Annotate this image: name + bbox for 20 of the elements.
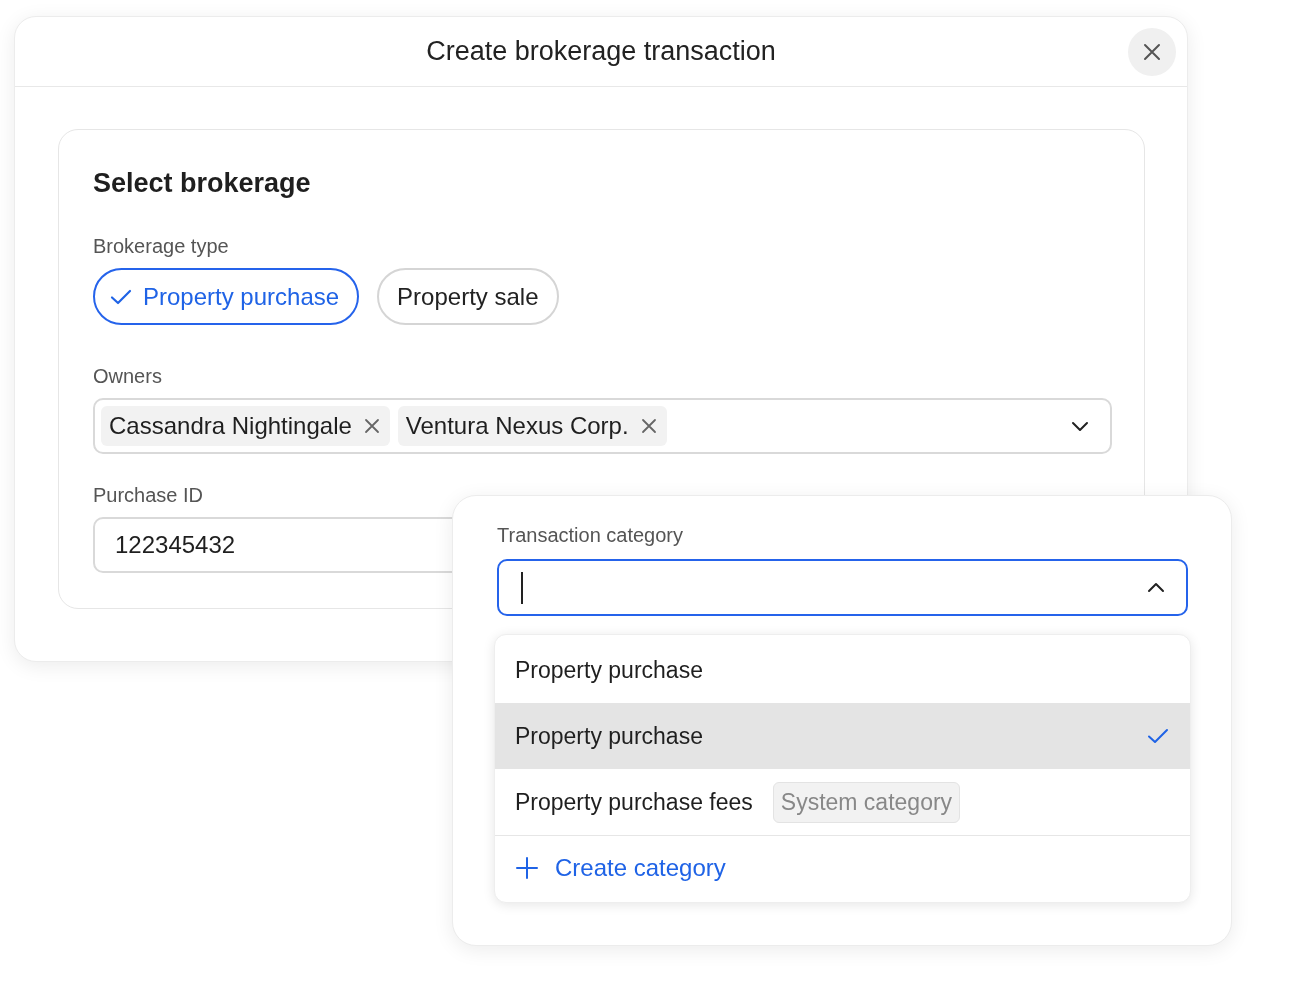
tag-label: Ventura Nexus Corp. bbox=[405, 412, 629, 440]
dialog-title: Create brokerage transaction bbox=[426, 36, 776, 67]
owners-select[interactable]: Cassandra Nightingale Ventura Nexus Corp. bbox=[93, 398, 1112, 454]
category-input[interactable] bbox=[497, 559, 1188, 616]
create-category-button[interactable]: Create category bbox=[495, 836, 1190, 900]
text-cursor bbox=[521, 571, 523, 604]
section-title: Select brokerage bbox=[93, 168, 312, 199]
field-label: Purchase ID bbox=[93, 484, 205, 507]
close-button[interactable] bbox=[1128, 28, 1176, 76]
category-option[interactable]: Property purchase bbox=[495, 703, 1190, 769]
category-option[interactable]: Property purchase fees System category bbox=[495, 769, 1190, 835]
tag-label: Cassandra Nightingale bbox=[109, 412, 352, 440]
system-category-badge: System category bbox=[772, 781, 961, 823]
field-label: Owners bbox=[93, 365, 163, 388]
brokerage-type-chip[interactable]: Property sale bbox=[377, 268, 559, 325]
close-icon bbox=[1142, 42, 1162, 62]
plus-icon bbox=[515, 856, 539, 880]
brokerage-type-chip[interactable]: Property purchase bbox=[93, 268, 360, 325]
category-option[interactable]: Property purchase bbox=[495, 637, 1190, 703]
field-label: Brokerage type bbox=[93, 235, 230, 258]
